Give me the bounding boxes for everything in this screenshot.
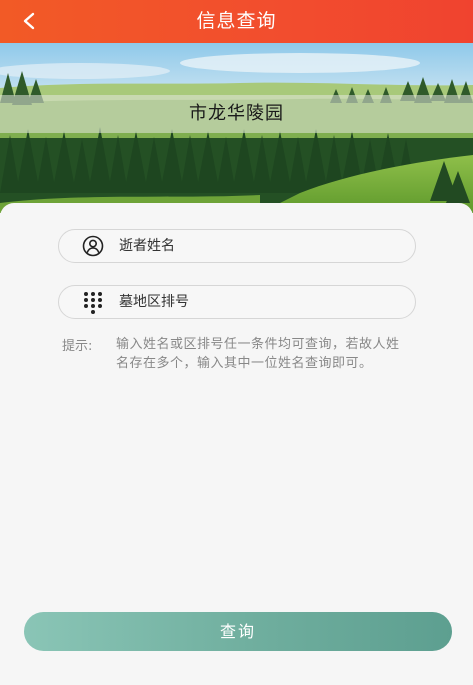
deceased-name-field[interactable]	[58, 229, 416, 263]
header-bar: 信息查询	[0, 0, 473, 43]
keypad-icon	[81, 290, 105, 314]
query-button[interactable]: 查询	[24, 612, 452, 651]
banner-image: 市龙华陵园	[0, 43, 473, 213]
hint-text: 输入姓名或区排号任一条件均可查询，若故人姓名存在多个，输入其中一位姓名查询即可。	[116, 337, 400, 371]
cemetery-name: 市龙华陵园	[189, 103, 284, 124]
plot-number-field[interactable]	[58, 285, 416, 319]
user-circle-icon	[81, 234, 105, 258]
hint-label: 提示:	[62, 339, 93, 354]
plot-number-input[interactable]	[117, 293, 381, 311]
page-title: 信息查询	[196, 10, 277, 32]
deceased-name-input[interactable]	[117, 237, 381, 255]
